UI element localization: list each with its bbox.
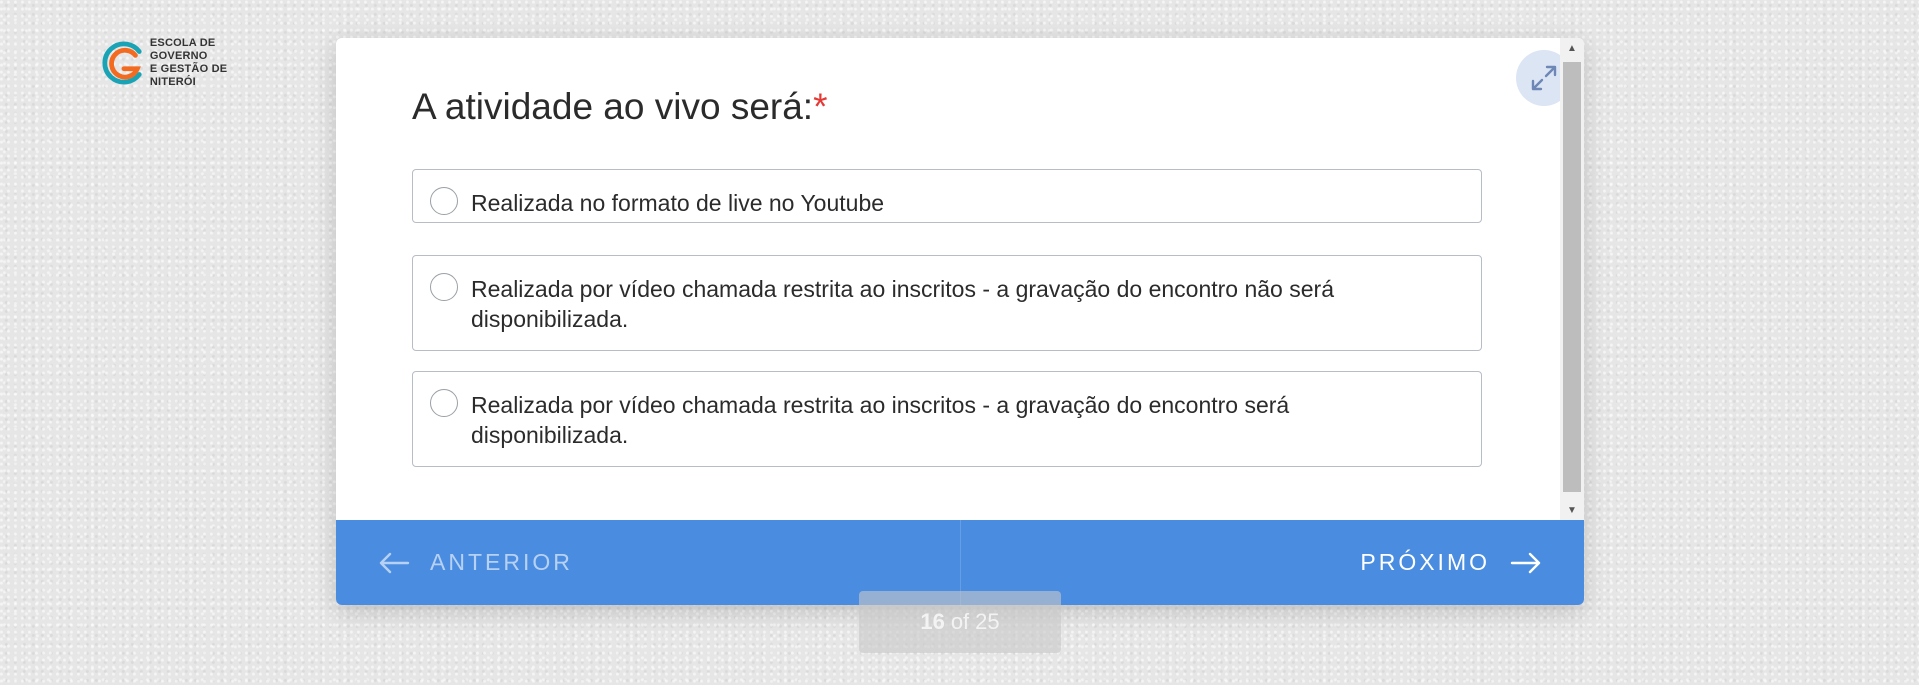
previous-button[interactable]: ANTERIOR	[378, 520, 573, 605]
next-label: PRÓXIMO	[1360, 549, 1490, 575]
question-card: A atividade ao vivo será:* Realizada no …	[336, 38, 1584, 605]
logo-line-2: E GESTÃO DE NITERÓI	[149, 63, 228, 88]
radio-button[interactable]	[430, 389, 458, 417]
radio-button[interactable]	[430, 187, 458, 215]
next-button[interactable]: PRÓXIMO	[1360, 520, 1542, 605]
option-video-call-available[interactable]: Realizada por vídeo chamada restrita ao …	[412, 371, 1482, 467]
option-live-youtube[interactable]: Realizada no formato de live no Youtube	[412, 169, 1482, 223]
arrow-left-icon	[379, 552, 410, 573]
logo-icon	[102, 41, 142, 85]
current-page: 16	[920, 609, 945, 634]
radio-button[interactable]	[430, 273, 458, 301]
logo: ESCOLA DE GOVERNO E GESTÃO DE NITERÓI	[101, 37, 271, 89]
question-content: A atividade ao vivo será:* Realizada no …	[336, 38, 1572, 520]
total-pages: 25	[975, 609, 1000, 634]
question-text: A atividade ao vivo será:	[412, 86, 814, 127]
option-video-call-not-available[interactable]: Realizada por vídeo chamada restrita ao …	[412, 255, 1482, 351]
question-title: A atividade ao vivo será:*	[412, 86, 827, 128]
logo-text: ESCOLA DE GOVERNO E GESTÃO DE NITERÓI	[150, 37, 271, 89]
arrow-right-icon	[1510, 552, 1541, 573]
scrollbar[interactable]: ▲ ▼	[1560, 38, 1584, 520]
scroll-down-icon[interactable]: ▼	[1560, 500, 1584, 520]
page-indicator: 16 of 25	[859, 591, 1061, 653]
option-label: Realizada por vídeo chamada restrita ao …	[471, 392, 1290, 448]
pager-of: of	[950, 609, 970, 634]
option-label: Realizada no formato de live no Youtube	[471, 190, 885, 216]
required-mark: *	[813, 86, 828, 127]
expand-icon	[1531, 65, 1557, 91]
previous-label: ANTERIOR	[430, 549, 573, 575]
scroll-thumb[interactable]	[1563, 62, 1581, 492]
scroll-up-icon[interactable]: ▲	[1560, 38, 1584, 58]
logo-line-1: ESCOLA DE GOVERNO	[149, 37, 216, 62]
option-label: Realizada por vídeo chamada restrita ao …	[471, 276, 1334, 332]
